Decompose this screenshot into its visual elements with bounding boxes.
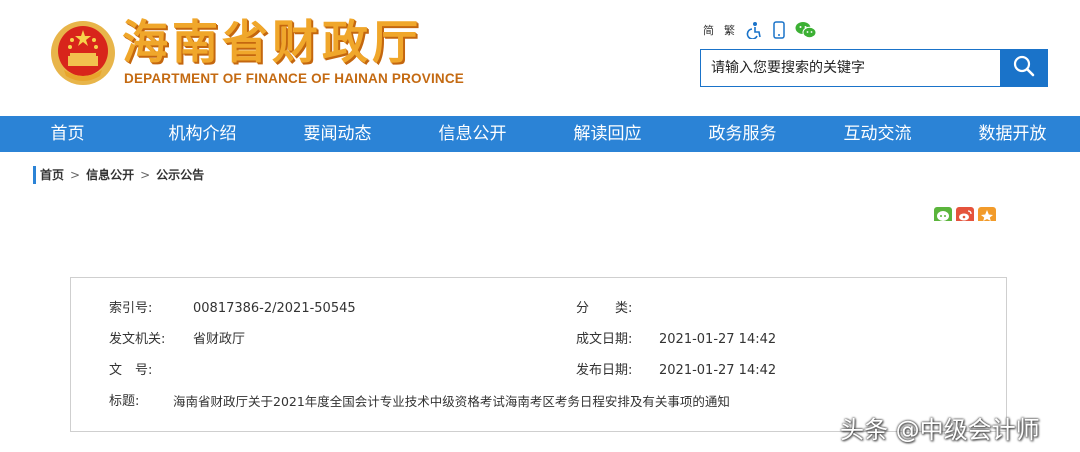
main-nav: 首页 机构介绍 要闻动态 信息公开 解读回应 政务服务 互动交流 数据开放 <box>0 116 1080 152</box>
breadcrumb-disclosure[interactable]: 信息公开 <box>86 166 134 184</box>
index-number-label: 索引号: <box>109 301 153 316</box>
nav-item-about[interactable]: 机构介绍 <box>135 116 270 152</box>
search-box <box>700 49 1048 87</box>
wechat-icon[interactable] <box>795 21 817 39</box>
wechat-share-icon[interactable] <box>934 207 952 221</box>
created-date-value: 2021-01-27 14:42 <box>659 332 777 347</box>
accessibility-icon[interactable] <box>745 21 763 39</box>
nav-item-services[interactable]: 政务服务 <box>675 116 810 152</box>
breadcrumb-separator: > <box>140 168 151 182</box>
breadcrumb: 首页 > 信息公开 > 公示公告 <box>33 166 204 184</box>
weibo-share-icon[interactable] <box>956 207 974 221</box>
header-tools: 简 繁 <box>703 18 817 42</box>
favorite-share-icon[interactable] <box>978 207 996 221</box>
search-button[interactable] <box>1000 50 1047 86</box>
nav-item-open-data[interactable]: 数据开放 <box>945 116 1080 152</box>
breadcrumb-separator: > <box>70 168 81 182</box>
search-icon <box>1012 54 1036 82</box>
search-input[interactable] <box>701 50 999 86</box>
breadcrumb-home[interactable]: 首页 <box>40 166 64 184</box>
simplified-chinese-link[interactable]: 简 <box>703 22 714 38</box>
site-logo-title[interactable]: 海南省财政厅 <box>122 14 422 70</box>
traditional-chinese-link[interactable]: 繁 <box>724 22 735 38</box>
doc-number-label: 文 号: <box>109 363 153 378</box>
nav-item-disclosure[interactable]: 信息公开 <box>405 116 540 152</box>
issuer-value: 省财政厅 <box>193 332 246 347</box>
mobile-phone-icon[interactable] <box>773 21 785 39</box>
share-bar <box>934 207 996 221</box>
published-date-value: 2021-01-27 14:42 <box>659 363 777 378</box>
category-label: 分 类: <box>576 301 633 316</box>
site-header: 海南省财政厅 DEPARTMENT OF FINANCE OF HAINAN P… <box>0 0 1080 116</box>
nav-item-interaction[interactable]: 互动交流 <box>810 116 945 152</box>
published-date-label: 发布日期: <box>576 363 633 378</box>
breadcrumb-announcements[interactable]: 公示公告 <box>156 166 204 184</box>
watermark-text: 头条 @中级会计师 <box>840 416 1040 444</box>
title-value: 海南省财政厅关于2021年度全国会计专业技术中级资格考试海南考区考务日程安排及有… <box>173 394 730 409</box>
created-date-label: 成文日期: <box>576 332 633 347</box>
issuer-label: 发文机关: <box>109 332 166 347</box>
nav-item-news[interactable]: 要闻动态 <box>270 116 405 152</box>
national-emblem-icon <box>50 20 116 86</box>
title-label: 标题: <box>109 394 140 409</box>
site-logo-subtitle: DEPARTMENT OF FINANCE OF HAINAN PROVINCE <box>124 71 465 86</box>
nav-item-interpretation[interactable]: 解读回应 <box>540 116 675 152</box>
nav-item-home[interactable]: 首页 <box>0 116 135 152</box>
document-meta-box: 索引号: 00817386-2/2021-50545 分 类: 发文机关: 省财… <box>70 277 1007 432</box>
index-number-value: 00817386-2/2021-50545 <box>193 301 356 316</box>
